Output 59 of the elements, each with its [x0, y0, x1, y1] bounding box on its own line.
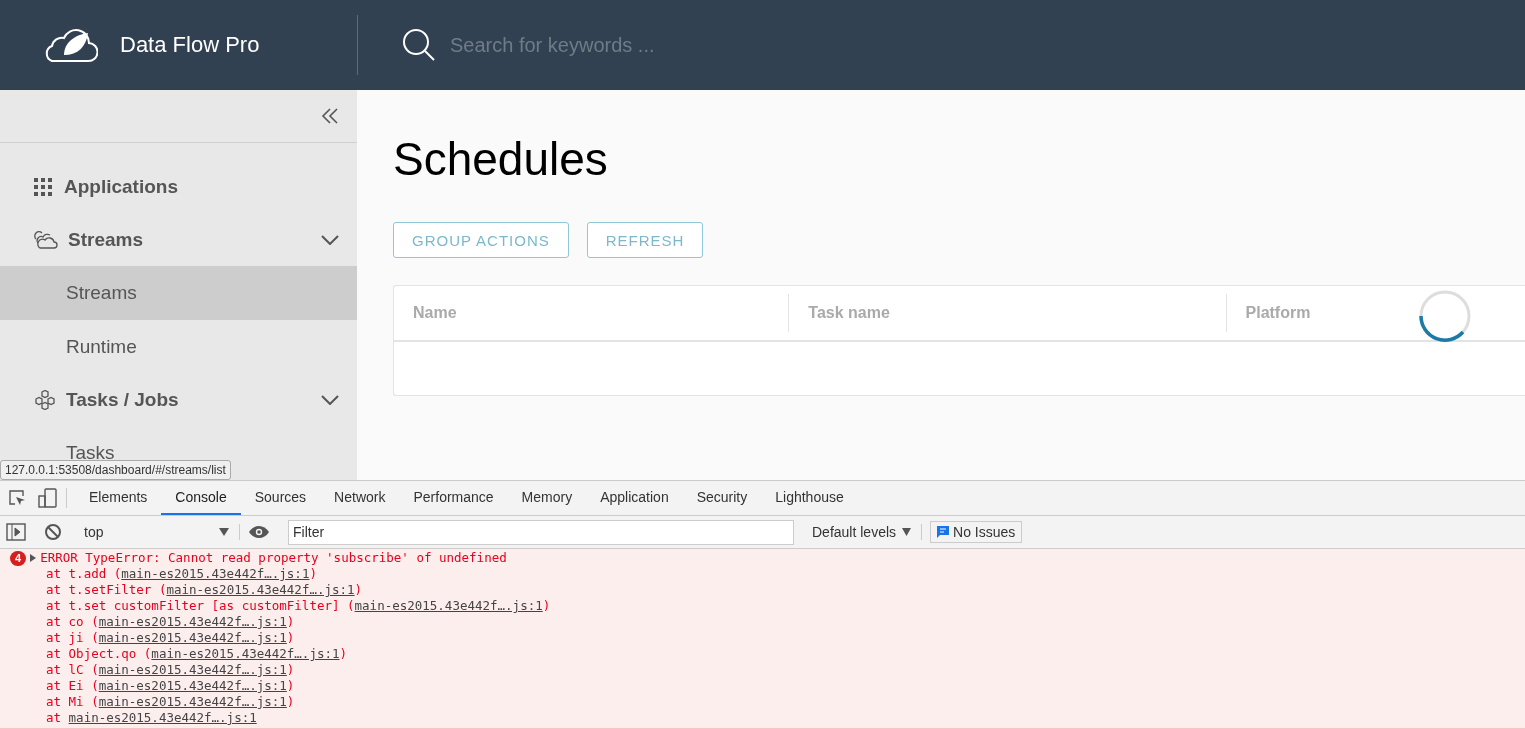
nav-group[interactable]: Streams: [68, 228, 311, 251]
search-icon: [402, 28, 436, 62]
nav-group[interactable]: Tasks / Jobs: [66, 388, 311, 411]
stack-frame: at t.set customFilter [as customFilter] (main-es2015.43e442f….js:1): [46, 598, 1525, 614]
error-count-badge: 4: [10, 550, 27, 566]
app-name: Data Flow Pro: [120, 32, 260, 58]
source-link[interactable]: main-es2015.43e442f….js:1: [354, 598, 543, 613]
devtools-tab[interactable]: Elements: [75, 481, 162, 515]
source-link[interactable]: main-es2015.43e442f….js:1: [98, 694, 287, 709]
clouds-icon: [34, 229, 58, 250]
expand-arrow-icon[interactable]: [30, 554, 37, 562]
source-link[interactable]: main-es2015.43e442f….js:1: [98, 630, 287, 645]
devtools-tab[interactable]: Sources: [240, 481, 321, 515]
stack-frame: at t.setFilter (main-es2015.43e442f….js:1): [46, 582, 1525, 598]
stack-frame: at main-es2015.43e442f….js:1: [46, 710, 1525, 726]
device-toolbar-icon[interactable]: [38, 488, 58, 508]
filter-field[interactable]: Filter: [288, 519, 794, 545]
nav-item[interactable]: Runtime: [0, 319, 357, 374]
devtools-tab[interactable]: Application: [586, 481, 683, 515]
nav-group[interactable]: Applications: [64, 176, 339, 199]
grid-icon: [34, 178, 54, 197]
source-link[interactable]: main-es2015.43e442f….js:1: [98, 662, 287, 677]
context-select[interactable]: top: [70, 524, 240, 540]
stack-frame: at Object.qo (main-es2015.43e442f….js:1): [46, 646, 1525, 662]
chevron-down-icon: [321, 394, 339, 405]
devtools-tab[interactable]: Lighthouse: [761, 481, 858, 515]
error-message: ERROR TypeError: Cannot read property 'subscribe' of undefined: [40, 550, 507, 566]
dropdown-icon: [219, 528, 229, 536]
search-field[interactable]: Search for keywords ...: [448, 32, 748, 58]
dropdown-icon: [902, 528, 912, 536]
log-levels-dropdown[interactable]: Default levels: [802, 524, 923, 540]
stack-frame: at Ei (main-es2015.43e442f….js:1): [46, 678, 1525, 694]
message-icon: [937, 526, 950, 538]
source-link[interactable]: main-es2015.43e442f….js:1: [166, 582, 355, 597]
collapse-icon[interactable]: [321, 108, 339, 125]
devtools-tab[interactable]: Network: [320, 481, 400, 515]
devtools-tab[interactable]: Memory: [507, 481, 587, 515]
sidebar-toggle-icon[interactable]: [6, 523, 26, 541]
stack-frame: at lC (main-es2015.43e442f….js:1): [46, 662, 1525, 678]
source-link[interactable]: main-es2015.43e442f….js:1: [98, 614, 287, 629]
stack-frame: at t.add (main-es2015.43e442f….js:1): [46, 566, 1525, 582]
stack-frame: at co (main-es2015.43e442f….js:1): [46, 614, 1525, 630]
source-link[interactable]: main-es2015.43e442f….js:1: [121, 566, 310, 581]
page-title: Schedules: [393, 132, 609, 186]
devtools-tab[interactable]: Security: [682, 481, 762, 515]
source-link[interactable]: main-es2015.43e442f….js:1: [68, 710, 257, 725]
chevron-down-icon: [321, 234, 339, 245]
eye-icon[interactable]: [248, 525, 270, 539]
devtools-tab[interactable]: Performance: [399, 481, 508, 515]
stack-frame: at ji (main-es2015.43e442f….js:1): [46, 630, 1525, 646]
nav-item[interactable]: Streams: [0, 265, 357, 320]
source-link[interactable]: main-es2015.43e442f….js:1: [98, 678, 287, 693]
link-url-tooltip: 127.0.0.1:53508/dashboard/#/streams/list: [0, 460, 231, 480]
stack-frame: at Mi (main-es2015.43e442f….js:1): [46, 694, 1525, 710]
inspect-icon[interactable]: [8, 489, 26, 507]
boxes-icon: [34, 389, 56, 410]
clear-console-icon[interactable]: [44, 523, 62, 541]
source-link[interactable]: main-es2015.43e442f….js:1: [151, 646, 340, 661]
issues-button[interactable]: No Issues: [930, 521, 1023, 543]
